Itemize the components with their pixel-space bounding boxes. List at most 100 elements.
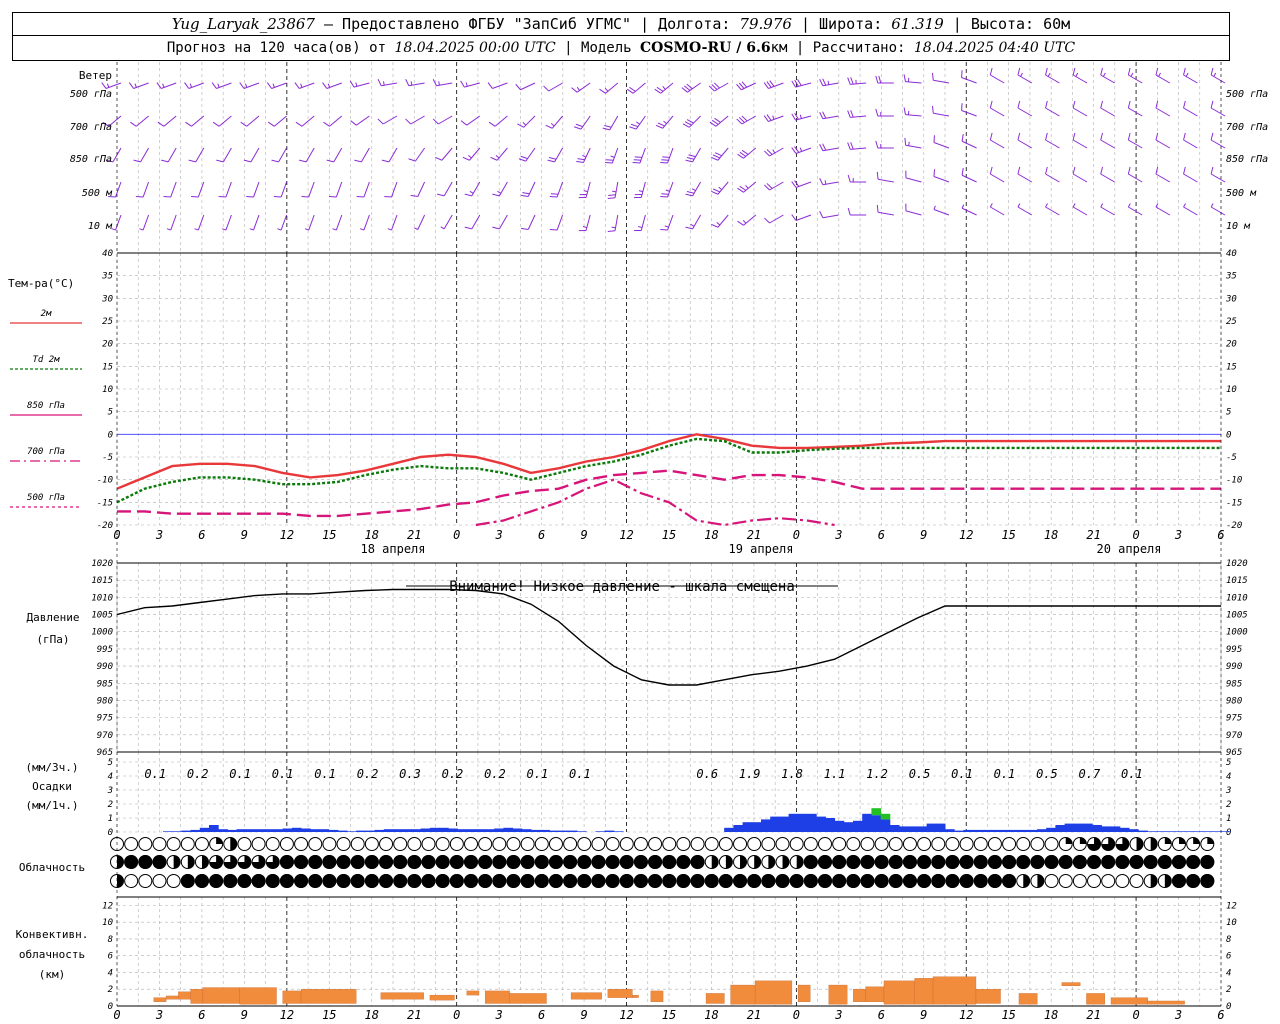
- wind-barb: [295, 115, 315, 127]
- cloud-symbol-fill: [478, 855, 493, 869]
- precip-bar: [1202, 831, 1213, 832]
- cloud-symbol: [265, 837, 280, 851]
- pressure-tick-left: 995: [97, 645, 113, 655]
- cloud-symbol: [846, 837, 861, 851]
- precip-bar: [1064, 823, 1075, 832]
- cloud-symbol-fill: [1016, 855, 1031, 869]
- cloud-symbol-fill: [393, 855, 408, 869]
- wind-barb: [685, 147, 702, 163]
- cloud-symbol-fill: [1207, 837, 1214, 844]
- pressure-tick-left: 1000: [91, 628, 113, 638]
- wind-barb: [763, 147, 784, 157]
- precip-title: Осадки: [32, 780, 72, 793]
- wind-barb: [961, 133, 977, 149]
- cloud-symbol: [407, 837, 422, 851]
- time-tick-label: 0: [793, 528, 800, 542]
- pressure-tick-left: 1020: [91, 559, 113, 569]
- precip-bar: [549, 830, 560, 832]
- cloud-symbol-fill: [294, 874, 309, 888]
- cloud-symbol-fill: [117, 855, 124, 869]
- wind-barb: [875, 140, 894, 149]
- cloud-symbol-fill: [279, 855, 294, 869]
- cloud-symbol-fill: [690, 874, 705, 888]
- cloud-symbol-fill: [987, 855, 1002, 869]
- cloud-symbol-fill: [676, 874, 691, 888]
- wind-level-label: 10 м: [88, 221, 113, 232]
- cloud-symbol-fill: [818, 874, 832, 888]
- time-tick-label-bottom: 21: [1086, 1008, 1100, 1022]
- precip-bar: [1165, 831, 1176, 832]
- wind-barb: [492, 181, 508, 197]
- precip-bar: [291, 827, 302, 832]
- precip-bar: [365, 830, 376, 832]
- wind-barb: [405, 115, 425, 125]
- cloud-symbol: [124, 837, 139, 851]
- wind-barb: [543, 82, 563, 92]
- cloud-symbol: [350, 837, 365, 851]
- wind-level-label: 500 гПа: [70, 89, 112, 100]
- wind-barb: [1183, 67, 1198, 84]
- cloud-symbol: [435, 837, 450, 851]
- temp-tick-left: 0: [108, 430, 113, 440]
- precip-bar: [567, 830, 578, 832]
- precip-bar: [172, 831, 182, 832]
- conv-bar: [705, 993, 725, 1004]
- wind-barb: [1072, 166, 1088, 183]
- time-tick-label-bottom: 15: [662, 1008, 676, 1022]
- temp-tick-left: 25: [102, 317, 113, 327]
- wind-barb: [460, 80, 480, 88]
- wind-barb: [163, 181, 177, 198]
- cloud-symbol-fill: [931, 874, 946, 888]
- cloud-symbol-fill: [633, 874, 648, 888]
- time-tick-label-bottom: 18: [1044, 1008, 1058, 1022]
- temp-title: Тем-ра(°C): [8, 277, 74, 290]
- cloud-symbol: [138, 837, 153, 851]
- wind-barb: [273, 181, 288, 198]
- cloud-symbol-fill: [1172, 855, 1186, 869]
- wind-barb: [135, 181, 150, 198]
- cloud-symbol-fill: [775, 874, 790, 888]
- precip-bar: [512, 828, 523, 832]
- time-tick-label: 21: [407, 528, 421, 542]
- precip-bar: [963, 829, 974, 832]
- wind-barb: [350, 115, 370, 126]
- precip-bar: [282, 828, 293, 832]
- wind-barb: [905, 203, 922, 216]
- wind-barb: [161, 147, 177, 163]
- wind-barb: [549, 214, 564, 231]
- time-tick-label-bottom: 6: [878, 1008, 885, 1022]
- cloud-symbol-fill: [350, 874, 365, 888]
- cloud-symbol: [718, 837, 733, 851]
- wind-barb: [221, 214, 232, 231]
- cloud-symbol: [733, 837, 748, 851]
- cloud-symbol-fill: [322, 855, 337, 869]
- wind-barb: [111, 214, 122, 231]
- cloud-symbol-fill: [1172, 874, 1186, 888]
- cloud-symbol-fill: [478, 874, 493, 888]
- precip-3h-label: 0.1: [229, 767, 251, 781]
- time-tick-label: 3: [1174, 528, 1182, 542]
- temp-tick-right: 10: [1226, 385, 1237, 395]
- wind-barb: [847, 110, 867, 118]
- conv-title-2: облачность: [19, 948, 85, 961]
- time-tick-label-bottom: 0: [453, 1008, 460, 1022]
- temp-tick-left: -15: [97, 498, 113, 508]
- wind-barb: [573, 115, 591, 130]
- cloud-symbol: [605, 837, 620, 851]
- wind-barb: [1210, 203, 1226, 216]
- cloud-symbol-fill: [619, 874, 634, 888]
- conv-bar: [466, 990, 480, 996]
- precip-bar: [1073, 823, 1084, 832]
- temp-legend-label: 2м: [41, 309, 52, 319]
- precip-tick-right: 4: [1226, 772, 1231, 782]
- time-tick-label-bottom: 3: [495, 1008, 503, 1022]
- precip-3h-label: 0.7: [1079, 767, 1101, 781]
- cloud-symbol-fill: [740, 855, 747, 869]
- precip-3h-label: 1.9: [739, 767, 761, 781]
- cloud-symbol-fill: [860, 874, 875, 888]
- wind-barb: [460, 115, 481, 126]
- cloud-symbol: [860, 837, 875, 851]
- wind-barb: [847, 207, 867, 216]
- temp-tick-right: 0: [1226, 430, 1231, 440]
- precip-bar: [1009, 829, 1020, 832]
